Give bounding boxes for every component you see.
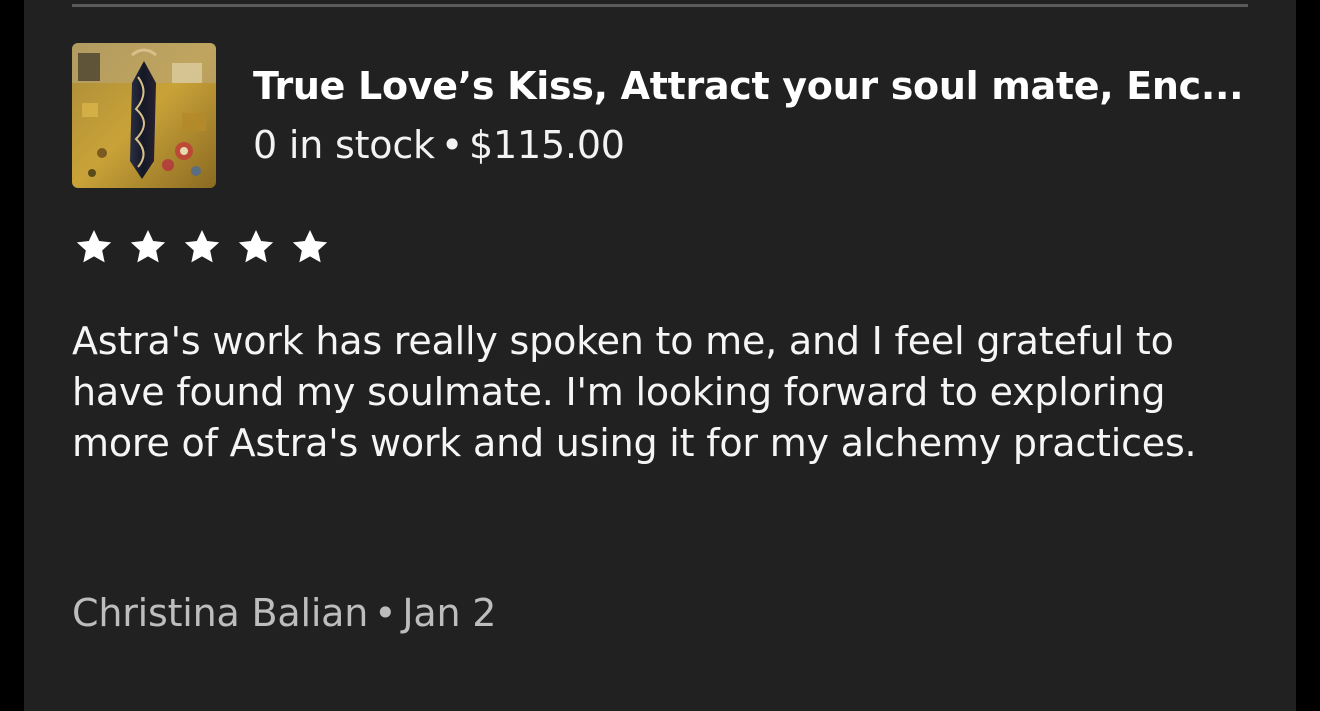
- star-icon: [182, 227, 222, 267]
- divider: [72, 4, 1248, 7]
- listing-title[interactable]: True Love’s Kiss, Attract your soul mate…: [253, 62, 1253, 110]
- review-footer: Christina Balian • Jan 2: [72, 589, 496, 637]
- stock-status: 0 in stock: [253, 123, 435, 167]
- review-card: True Love’s Kiss, Attract your soul mate…: [24, 0, 1296, 711]
- star-icon: [236, 227, 276, 267]
- product-image: [72, 43, 216, 188]
- review-author[interactable]: Christina Balian: [72, 591, 368, 635]
- review-date: Jan 2: [402, 591, 497, 635]
- footer-separator: •: [374, 591, 397, 635]
- meta-separator: •: [440, 123, 464, 167]
- review-text: Astra's work has really spoken to me, an…: [72, 319, 1197, 465]
- product-thumbnail[interactable]: [72, 43, 216, 188]
- star-icon: [128, 227, 168, 267]
- star-rating: [74, 227, 330, 267]
- listing-price: $115.00: [469, 123, 625, 167]
- star-icon: [74, 227, 114, 267]
- star-icon: [290, 227, 330, 267]
- listing-meta: 0 in stock • $115.00: [253, 121, 625, 169]
